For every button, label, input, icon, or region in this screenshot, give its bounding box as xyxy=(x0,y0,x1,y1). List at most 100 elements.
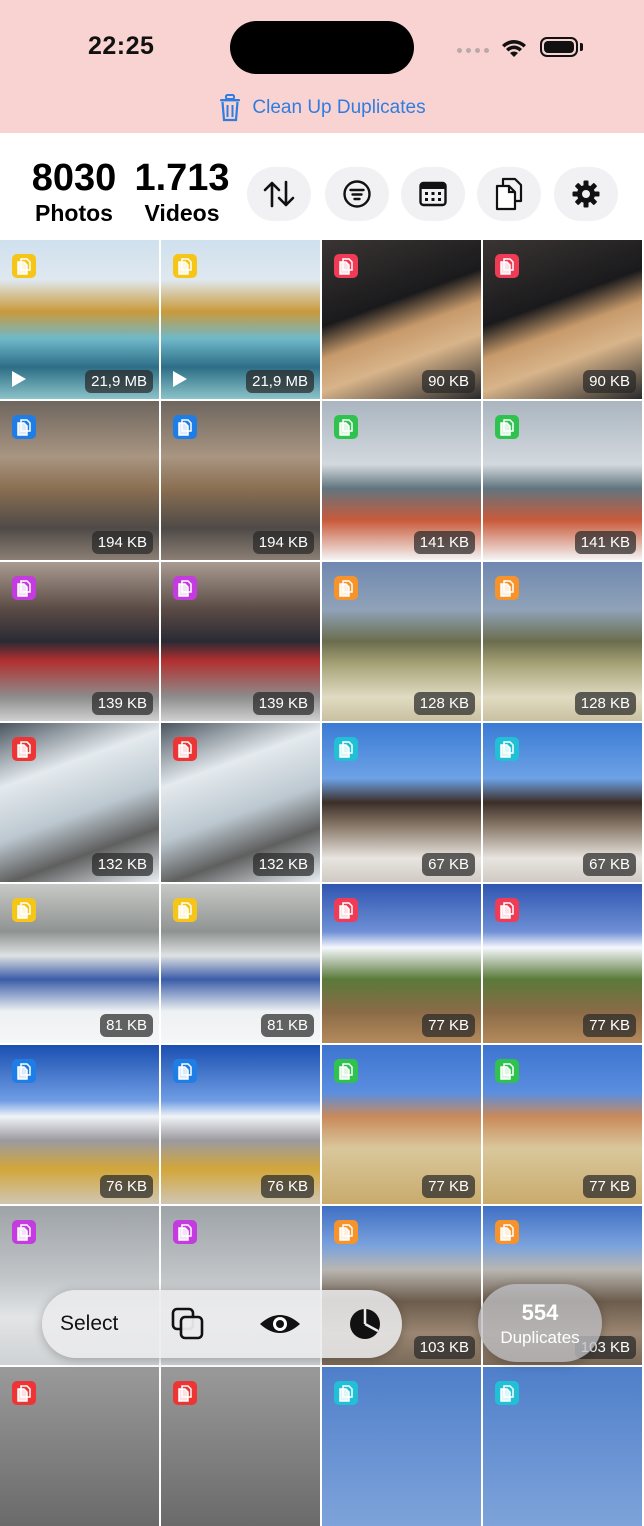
duplicate-group-icon xyxy=(173,254,197,278)
calendar-icon xyxy=(419,181,447,207)
file-size-label: 194 KB xyxy=(91,531,153,554)
duplicate-group-icon xyxy=(334,1059,358,1083)
filter-icon xyxy=(343,180,371,208)
file-size-label: 90 KB xyxy=(422,370,475,393)
video-play-icon xyxy=(12,371,26,387)
file-size-label: 90 KB xyxy=(583,370,636,393)
duplicates-icon xyxy=(495,177,523,211)
photo-thumbnail[interactable]: 81 KB xyxy=(0,884,159,1043)
photo-thumbnail[interactable]: 77 KB xyxy=(483,1045,642,1204)
filter-button[interactable] xyxy=(325,167,389,221)
file-size-label: 81 KB xyxy=(261,1014,314,1037)
duplicate-group-icon xyxy=(173,576,197,600)
duplicate-group-icon xyxy=(495,1059,519,1083)
duplicate-group-icon xyxy=(173,415,197,439)
photo-thumbnail[interactable]: 76 KB xyxy=(161,1045,320,1204)
calendar-button[interactable] xyxy=(401,167,465,221)
photo-thumbnail[interactable]: 128 KB xyxy=(322,562,481,721)
photo-thumbnail[interactable] xyxy=(483,1367,642,1526)
photo-thumbnail[interactable]: 128 KB xyxy=(483,562,642,721)
photo-thumbnail[interactable]: 90 KB xyxy=(322,240,481,399)
photos-label: Photos xyxy=(35,200,113,226)
photo-thumbnail[interactable]: 132 KB xyxy=(0,723,159,882)
photo-thumbnail[interactable]: 77 KB xyxy=(322,884,481,1043)
duplicate-group-icon xyxy=(12,576,36,600)
duplicate-group-icon xyxy=(495,415,519,439)
duplicates-label: Duplicates xyxy=(500,1328,580,1347)
status-bar: 22:25 Clean Up Duplicates xyxy=(0,0,644,133)
photo-thumbnail[interactable]: 141 KB xyxy=(483,401,642,560)
file-size-label: 21,9 MB xyxy=(246,370,314,393)
duplicates-count-button[interactable]: 554 Duplicates xyxy=(478,1284,602,1362)
duplicate-group-icon xyxy=(334,415,358,439)
photos-count: 8030 xyxy=(31,157,117,199)
sort-icon xyxy=(263,180,295,208)
duplicates-button[interactable] xyxy=(477,167,541,221)
photo-thumbnail[interactable]: 194 KB xyxy=(0,401,159,560)
photo-thumbnail[interactable]: 77 KB xyxy=(322,1045,481,1204)
dynamic-island xyxy=(230,21,414,74)
clean-up-duplicates-button[interactable]: Clean Up Duplicates xyxy=(0,94,644,122)
duplicate-group-icon xyxy=(334,254,358,278)
videos-count: 1.713 xyxy=(134,157,230,199)
duplicate-group-icon xyxy=(12,254,36,278)
photo-thumbnail[interactable]: 67 KB xyxy=(483,723,642,882)
photo-thumbnail[interactable]: 21,9 MB xyxy=(161,240,320,399)
duplicate-group-icon xyxy=(495,254,519,278)
videos-stat: 1.713 Videos xyxy=(134,158,230,227)
photo-thumbnail[interactable]: 139 KB xyxy=(161,562,320,721)
wifi-icon xyxy=(502,40,526,57)
photos-stat: 8030 Photos xyxy=(24,158,124,227)
duplicate-group-icon xyxy=(334,576,358,600)
photo-thumbnail[interactable]: 90 KB xyxy=(483,240,642,399)
gear-icon xyxy=(572,180,600,208)
photo-thumbnail[interactable] xyxy=(161,1367,320,1526)
video-play-icon xyxy=(173,371,187,387)
clean-up-label: Clean Up Duplicates xyxy=(252,97,426,118)
photo-thumbnail[interactable]: 139 KB xyxy=(0,562,159,721)
photo-thumbnail[interactable]: 141 KB xyxy=(322,401,481,560)
file-size-label: 77 KB xyxy=(583,1175,636,1198)
trash-icon xyxy=(220,94,241,122)
duplicate-group-icon xyxy=(12,898,36,922)
photo-thumbnail[interactable]: 76 KB xyxy=(0,1045,159,1204)
photo-thumbnail[interactable]: 194 KB xyxy=(161,401,320,560)
videos-label: Videos xyxy=(144,200,220,226)
photo-thumbnail[interactable] xyxy=(322,1367,481,1526)
file-size-label: 139 KB xyxy=(91,692,153,715)
duplicate-group-icon xyxy=(12,737,36,761)
file-size-label: 21,9 MB xyxy=(85,370,153,393)
duplicate-group-icon xyxy=(173,1220,197,1244)
duplicate-group-icon xyxy=(173,1059,197,1083)
file-size-label: 141 KB xyxy=(413,531,475,554)
file-size-label: 77 KB xyxy=(422,1175,475,1198)
photo-thumbnail[interactable]: 132 KB xyxy=(161,723,320,882)
duplicate-group-icon xyxy=(495,737,519,761)
eye-icon[interactable] xyxy=(258,1306,302,1342)
duplicates-count: 554 xyxy=(521,1300,559,1325)
file-size-label: 139 KB xyxy=(252,692,314,715)
sort-button[interactable] xyxy=(247,167,311,221)
select-button[interactable]: Select xyxy=(60,1312,118,1336)
photo-thumbnail[interactable] xyxy=(0,1367,159,1526)
file-size-label: 77 KB xyxy=(422,1014,475,1037)
settings-button[interactable] xyxy=(554,167,618,221)
copy-icon[interactable] xyxy=(170,1306,206,1342)
file-size-label: 194 KB xyxy=(252,531,314,554)
photo-thumbnail[interactable]: 67 KB xyxy=(322,723,481,882)
cellular-signal-icon xyxy=(457,48,489,53)
photo-thumbnail[interactable]: 81 KB xyxy=(161,884,320,1043)
photo-thumbnail[interactable]: 77 KB xyxy=(483,884,642,1043)
duplicate-group-icon xyxy=(173,737,197,761)
duplicate-group-icon xyxy=(12,1220,36,1244)
duplicate-group-icon xyxy=(495,576,519,600)
duplicate-group-icon xyxy=(495,1220,519,1244)
duplicate-group-icon xyxy=(173,898,197,922)
pie-chart-icon[interactable] xyxy=(347,1306,383,1342)
file-size-label: 76 KB xyxy=(261,1175,314,1198)
duplicate-group-icon xyxy=(12,1059,36,1083)
file-size-label: 67 KB xyxy=(422,853,475,876)
battery-tip xyxy=(580,43,583,51)
photo-thumbnail[interactable]: 21,9 MB xyxy=(0,240,159,399)
duplicate-group-icon xyxy=(495,898,519,922)
